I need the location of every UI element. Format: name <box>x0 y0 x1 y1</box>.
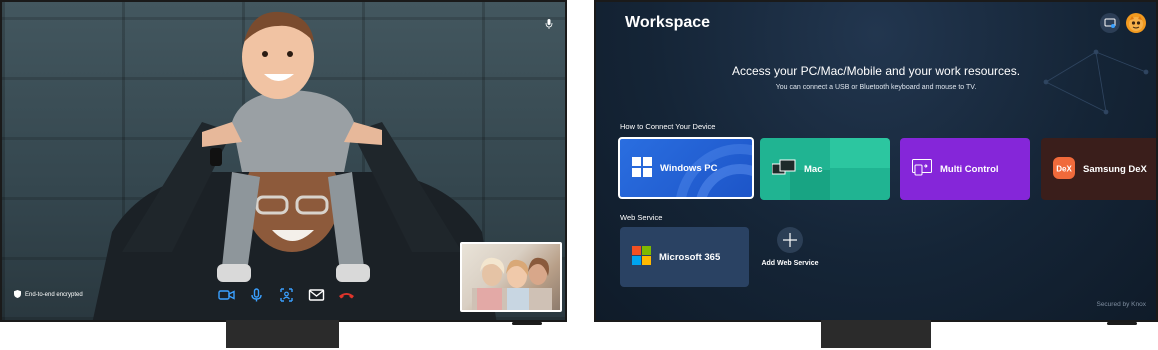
multi-control-label: Multi Control <box>940 163 999 175</box>
connect-section-label: How to Connect Your Device <box>620 122 716 131</box>
devices-icon[interactable] <box>1100 13 1120 33</box>
microphone-status-icon <box>545 16 553 29</box>
message-icon[interactable] <box>308 288 325 302</box>
end-call-icon[interactable] <box>338 288 355 302</box>
mac-label: Mac <box>804 163 823 175</box>
tv-bezel-notch <box>512 322 542 325</box>
microsoft-logo-icon <box>632 246 651 268</box>
page-title: Workspace <box>625 14 711 31</box>
add-web-service-button[interactable]: Add Web Service <box>754 227 826 267</box>
tv-stand <box>226 320 339 348</box>
workspace-screen: Workspace Access your PC/Mac/Mobile and … <box>594 0 1158 322</box>
add-web-service-label: Add Web Service <box>761 260 819 267</box>
multi-control-tile[interactable]: Multi Control <box>900 138 1030 200</box>
encryption-status: End-to-end encrypted <box>14 290 83 300</box>
windows-pc-label: Windows PC <box>660 162 718 174</box>
multi-control-icon <box>912 158 932 180</box>
microsoft-365-tile[interactable]: Microsoft 365 <box>620 227 749 287</box>
main-video-feed <box>92 11 497 320</box>
encryption-label: End-to-end encrypted <box>25 292 83 298</box>
samsung-dex-tile[interactable]: DeX Samsung DeX <box>1041 138 1156 200</box>
microphone-icon[interactable] <box>248 288 265 302</box>
video-call-tv: End-to-end encrypted <box>0 0 567 350</box>
camera-icon[interactable] <box>218 288 235 302</box>
web-service-section-label: Web Service <box>620 213 663 222</box>
svg-text:DeX: DeX <box>1056 164 1072 173</box>
windows-pc-tile[interactable]: Windows PC <box>618 137 754 199</box>
headline: Access your PC/Mac/Mobile and your work … <box>731 64 1021 78</box>
plus-icon <box>777 227 803 253</box>
subheadline: You can connect a USB or Bluetooth keybo… <box>775 84 977 91</box>
tv-bezel-notch <box>1107 322 1137 325</box>
mac-tile[interactable]: Mac <box>760 138 890 200</box>
microsoft-365-label: Microsoft 365 <box>659 251 721 263</box>
tv-stand <box>821 320 931 348</box>
workspace-tv: Workspace Access your PC/Mac/Mobile and … <box>594 0 1158 350</box>
knox-security-label: Secured by Knox <box>1096 301 1146 308</box>
dex-logo-icon: DeX <box>1053 156 1075 182</box>
screen-share-icon[interactable] <box>278 288 295 302</box>
network-decoration <box>1043 49 1149 115</box>
video-call-screen: End-to-end encrypted <box>0 0 567 322</box>
profile-avatar[interactable] <box>1126 13 1146 33</box>
shield-icon <box>14 290 21 300</box>
call-control-bar: End-to-end encrypted <box>2 280 565 320</box>
samsung-dex-label: Samsung DeX <box>1083 163 1147 175</box>
monitor-icon <box>771 159 796 180</box>
